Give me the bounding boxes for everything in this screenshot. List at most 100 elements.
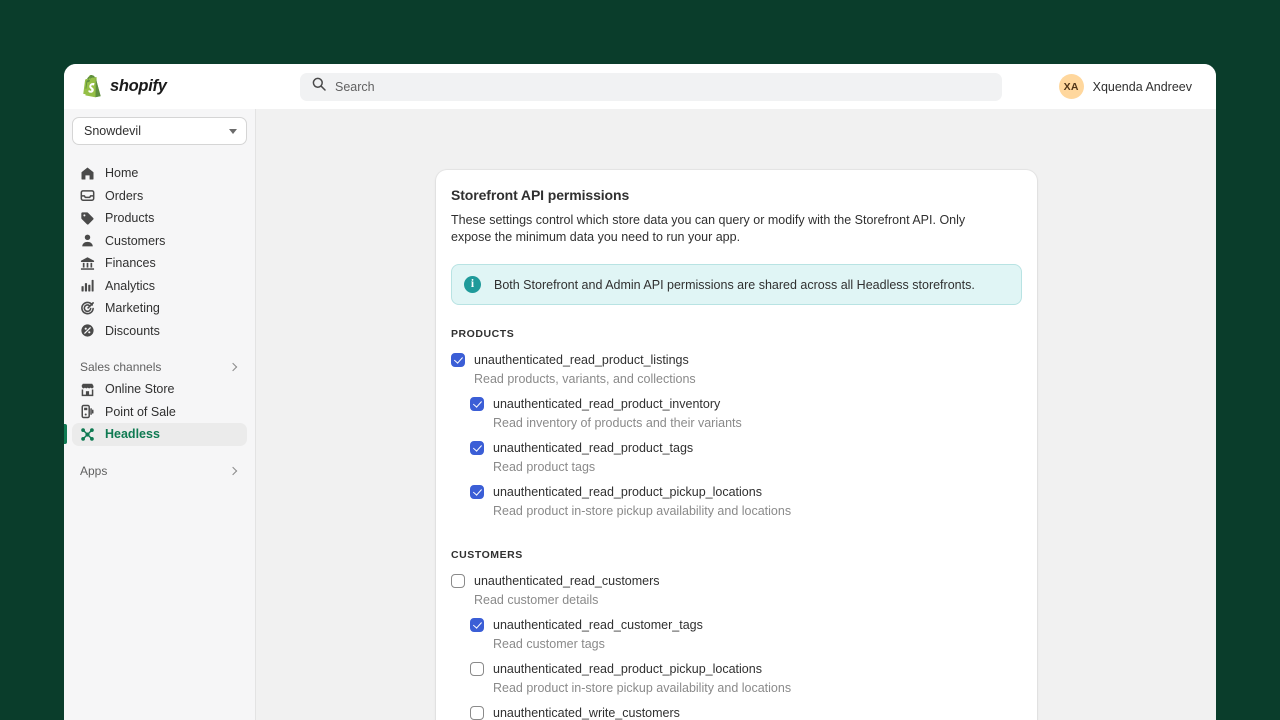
sidebar-item-analytics[interactable]: Analytics (72, 275, 247, 298)
sidebar-item-label: Finances (105, 256, 156, 270)
megaphone-target-icon (80, 301, 95, 316)
permission-name[interactable]: unauthenticated_read_product_tags (493, 440, 1022, 456)
store-selector-label: Snowdevil (84, 124, 141, 138)
permission-name[interactable]: unauthenticated_read_customer_tags (493, 617, 1022, 633)
page-description: These settings control which store data … (451, 213, 966, 244)
chevron-right-icon (228, 362, 238, 372)
info-banner-text: Both Storefront and Admin API permission… (494, 277, 975, 292)
sidebar-item-label: Customers (105, 233, 166, 248)
home-icon (80, 166, 95, 181)
permission-row: unauthenticated_read_customer_tags Read c… (451, 617, 1022, 659)
sidebar-item-label: Orders (105, 188, 144, 203)
body-split: Snowdevil Home Orders Products Customers… (64, 109, 1216, 720)
orders-inbox-icon (80, 188, 95, 203)
permission-name[interactable]: unauthenticated_read_product_pickup_loca… (493, 661, 1022, 677)
permission-row: unauthenticated_read_product_listings Rea… (451, 352, 1022, 394)
permission-checkbox[interactable] (470, 662, 484, 676)
permission-checkbox[interactable] (470, 618, 484, 632)
permission-row: unauthenticated_write_customersModify cu… (451, 705, 1022, 720)
sidebar-section-label: Apps (80, 463, 108, 478)
bar-chart-icon (80, 278, 95, 293)
permission-name[interactable]: unauthenticated_write_customers (493, 705, 1022, 720)
sidebar-item-label: Home (105, 166, 139, 180)
permission-group-heading: PRODUCTS (451, 328, 515, 340)
permission-row: unauthenticated_read_product_inventory Re… (451, 396, 1022, 438)
sidebar: Snowdevil Home Orders Products Customers… (64, 109, 256, 720)
sidebar-section-apps[interactable]: Apps (72, 460, 247, 482)
permission-description: Read product tags (493, 460, 596, 474)
main-content: Storefront API permissions These setting… (256, 109, 1216, 720)
chevron-down-icon (229, 128, 237, 134)
sidebar-item-label: Point of Sale (105, 404, 176, 419)
permission-description: Read inventory of products and their var… (493, 416, 742, 430)
store-selector[interactable]: Snowdevil (72, 117, 247, 145)
permission-group: CUSTOMERS unauthenticated_read_customers R… (451, 549, 1022, 720)
bank-icon (80, 256, 95, 271)
page-title: Storefront API permissions (451, 187, 630, 203)
sidebar-item-label: Online Store (105, 382, 175, 396)
permission-groups: PRODUCTS unauthenticated_read_product_lis… (451, 328, 1022, 720)
permission-text: unauthenticated_read_customers Read custo… (474, 573, 1022, 615)
shopify-wordmark: shopify (110, 77, 167, 95)
account-name: Xquenda Andreev (1092, 79, 1192, 94)
info-banner: i Both Storefront and Admin API permissi… (451, 264, 1022, 305)
permission-text: unauthenticated_read_product_tags Read pr… (493, 440, 1022, 482)
product-tag-icon (80, 211, 95, 226)
permission-description: Read products, variants, and collections (474, 372, 696, 386)
permission-checkbox[interactable] (451, 353, 465, 367)
permission-name[interactable]: unauthenticated_read_product_pickup_loca… (493, 484, 1022, 500)
sidebar-item-orders[interactable]: Orders (72, 185, 247, 208)
permission-row: unauthenticated_read_product_tags Read pr… (451, 440, 1022, 482)
permission-text: unauthenticated_read_customer_tags Read c… (493, 617, 1022, 659)
search-input[interactable] (335, 79, 990, 94)
sidebar-item-label: Headless (105, 427, 160, 441)
sidebar-item-point-of-sale[interactable]: Point of Sale (72, 401, 247, 424)
permission-checkbox[interactable] (470, 706, 484, 720)
top-bar: shopify XA Xquenda Andreev (64, 64, 1216, 109)
person-icon (80, 233, 95, 248)
shopify-bag-icon (82, 74, 103, 99)
permission-text: unauthenticated_write_customersModify cu… (493, 705, 1022, 720)
search-icon (312, 77, 326, 96)
discount-percent-icon (80, 323, 95, 338)
permission-text: unauthenticated_read_product_pickup_loca… (493, 484, 1022, 526)
permission-checkbox[interactable] (470, 441, 484, 455)
sidebar-item-customers[interactable]: Customers (72, 230, 247, 253)
headless-node-icon (80, 427, 95, 442)
sidebar-item-discounts[interactable]: Discounts (72, 320, 247, 343)
sidebar-item-finances[interactable]: Finances (72, 252, 247, 275)
sidebar-item-label: Products (105, 211, 155, 225)
account-menu-button[interactable]: XA Xquenda Andreev (1056, 71, 1200, 102)
shopify-logo[interactable]: shopify (82, 74, 300, 99)
info-circle-icon: i (464, 276, 481, 293)
sidebar-item-home[interactable]: Home (72, 162, 247, 185)
permission-description: Read product in-store pickup availabilit… (493, 681, 792, 695)
permission-group-heading: CUSTOMERS (451, 549, 523, 561)
permission-name[interactable]: unauthenticated_read_product_inventory (493, 396, 1022, 412)
permission-name[interactable]: unauthenticated_read_product_listings (474, 352, 1022, 368)
sidebar-item-label: Discounts (105, 323, 160, 338)
permission-checkbox[interactable] (470, 485, 484, 499)
sidebar-item-online-store[interactable]: Online Store (72, 378, 247, 401)
sidebar-section-label: Sales channels (80, 360, 162, 374)
permission-description: Read product in-store pickup availabilit… (493, 504, 792, 518)
sidebar-item-marketing[interactable]: Marketing (72, 297, 247, 320)
sidebar-item-label: Marketing (105, 301, 160, 315)
permission-checkbox[interactable] (451, 574, 465, 588)
permission-description: Read customer tags (493, 637, 605, 651)
permission-row: unauthenticated_read_product_pickup_loca… (451, 661, 1022, 703)
permission-name[interactable]: unauthenticated_read_customers (474, 573, 1022, 589)
permission-text: unauthenticated_read_product_pickup_loca… (493, 661, 1022, 703)
chevron-right-icon (228, 466, 238, 475)
search-bar[interactable] (300, 72, 1002, 101)
pos-device-icon (80, 404, 95, 419)
permission-row: unauthenticated_read_customers Read custo… (451, 573, 1022, 615)
permission-row: unauthenticated_read_product_pickup_loca… (451, 484, 1022, 526)
sidebar-item-products[interactable]: Products (72, 207, 247, 230)
shopify-admin-window: shopify XA Xquenda Andreev Snowdevil (64, 64, 1216, 720)
sidebar-item-label: Analytics (105, 278, 156, 293)
permission-checkbox[interactable] (470, 397, 484, 411)
permission-group: PRODUCTS unauthenticated_read_product_lis… (451, 328, 1022, 526)
sidebar-item-headless[interactable]: Headless (64, 423, 247, 446)
sidebar-section-sales-channels[interactable]: Sales channels (72, 356, 247, 378)
